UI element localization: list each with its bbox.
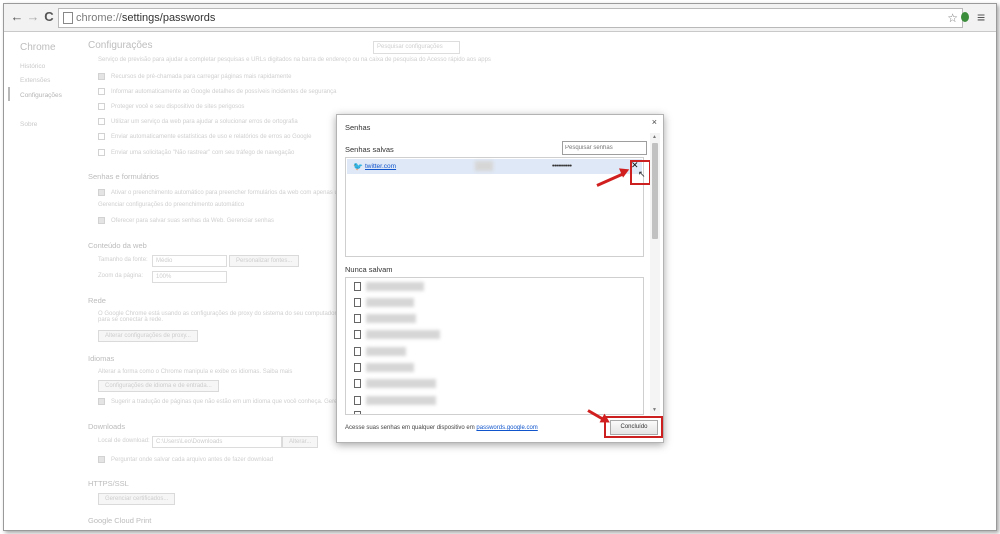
mouse-cursor-icon: ↖ <box>638 169 646 179</box>
page-icon <box>63 12 73 24</box>
manage-certificates-button[interactable]: Gerenciar certificados... <box>98 493 176 505</box>
settings-search-input[interactable]: Pesquisar configurações <box>373 41 460 54</box>
privacy-option[interactable]: Enviar automaticamente estatísticas de u… <box>98 133 311 140</box>
nav-item-about[interactable]: Sobre <box>20 121 37 128</box>
page-icon <box>354 330 361 339</box>
saved-password-row[interactable]: 🐦 twitter.com •••••••••• ✕ <box>347 159 642 174</box>
nav-item-settings[interactable]: Configurações <box>20 92 62 99</box>
never-saved-list <box>345 277 644 415</box>
language-settings-button[interactable]: Configurações de idioma e de entrada... <box>98 380 219 392</box>
page-icon <box>354 411 361 414</box>
saved-passwords-list: 🐦 twitter.com •••••••••• ✕ <box>345 157 644 257</box>
never-saved-row[interactable] <box>346 312 641 326</box>
never-saved-row[interactable] <box>346 345 641 359</box>
chrome-menu-button[interactable]: ≡ <box>977 9 985 25</box>
nav-active-marker <box>8 87 10 101</box>
never-saved-row[interactable] <box>346 296 641 310</box>
password-mask: •••••••••• <box>552 163 572 170</box>
page-icon <box>354 282 361 291</box>
dialog-title: Senhas <box>345 123 371 132</box>
proxy-settings-button[interactable]: Alterar configurações de proxy... <box>98 330 198 342</box>
autofill-settings-link[interactable]: Gerenciar configurações do preenchimento… <box>98 202 244 208</box>
never-saved-heading: Nunca salvam <box>345 265 393 274</box>
settings-brand: Chrome <box>20 42 56 53</box>
languages-heading: Idiomas <box>88 354 115 363</box>
zoom-label: Zoom da página: <box>98 273 144 279</box>
page-icon <box>354 379 361 388</box>
nav-item-extensions[interactable]: Extensões <box>20 77 50 84</box>
privacy-option[interactable]: Enviar uma solicitação "Não rastrear" co… <box>98 149 294 156</box>
never-saved-row[interactable] <box>346 361 641 375</box>
network-heading: Rede <box>88 296 106 305</box>
nav-item-history[interactable]: Histórico <box>20 63 45 70</box>
page-icon <box>354 298 361 307</box>
redacted-username <box>475 161 493 171</box>
forward-button[interactable]: → <box>26 9 40 25</box>
offer-save-passwords-option[interactable]: Oferecer para salvar suas senhas da Web.… <box>98 217 274 224</box>
privacy-option[interactable]: Utilizar um serviço da web para ajudar a… <box>98 118 298 125</box>
zoom-select[interactable]: 100% <box>152 271 227 283</box>
never-saved-row[interactable] <box>346 394 641 408</box>
twitter-bird-icon: 🐦 <box>353 162 363 171</box>
highlight-done-box <box>604 416 663 438</box>
ask-save-location-option[interactable]: Perguntar onde salvar cada arquivo antes… <box>98 456 273 463</box>
download-location-label: Local de download: <box>98 438 150 444</box>
network-description: O Google Chrome está usando as configura… <box>98 311 337 323</box>
dialog-footer: Acesse suas senhas em qualquer dispositi… <box>345 425 538 431</box>
extension-icon[interactable] <box>961 12 969 22</box>
url-text: chrome://settings/passwords <box>76 12 216 24</box>
cloud-print-heading: Google Cloud Print <box>88 516 152 525</box>
browser-toolbar: ← → C chrome://settings/passwords ☆ ≡ <box>4 4 996 32</box>
page-icon <box>354 363 361 372</box>
font-size-select[interactable]: Médio <box>152 255 227 267</box>
scroll-down-arrow-icon[interactable]: ▼ <box>652 407 657 413</box>
passwords-forms-heading: Senhas e formulários <box>88 172 159 181</box>
reload-button[interactable]: C <box>42 9 56 25</box>
privacy-option[interactable]: Proteger você e seu dispositivo de sites… <box>98 103 244 110</box>
back-button[interactable]: ← <box>10 9 24 25</box>
autofill-option[interactable]: Ativar o preenchimento automático para p… <box>98 189 362 196</box>
dialog-scrollbar[interactable]: ▲ ▼ <box>650 133 660 415</box>
scrollbar-thumb[interactable] <box>652 143 658 239</box>
https-heading: HTTPS/SSL <box>88 479 129 488</box>
passwords-dialog: Senhas × Senhas salvas 🐦 twitter.com •••… <box>336 114 664 443</box>
privacy-option[interactable]: Serviço de previsão para ajudar a comple… <box>98 57 491 63</box>
page-icon <box>354 396 361 405</box>
languages-description: Alterar a forma como o Chrome manipula e… <box>98 369 293 375</box>
download-location-field[interactable]: C:\Users\Leo\Downloads <box>152 436 282 448</box>
downloads-heading: Downloads <box>88 422 126 431</box>
page-icon <box>354 314 361 323</box>
privacy-option[interactable]: Informar automaticamente ao Google detal… <box>98 88 336 95</box>
settings-title: Configurações <box>88 40 153 51</box>
privacy-option[interactable]: Recursos de pré-chamada para carregar pá… <box>98 73 291 80</box>
web-content-heading: Conteúdo da web <box>88 241 147 250</box>
scroll-up-arrow-icon[interactable]: ▲ <box>652 134 657 140</box>
never-saved-row[interactable] <box>346 377 641 391</box>
search-passwords-input[interactable] <box>562 141 647 155</box>
saved-site-link[interactable]: twitter.com <box>365 163 396 170</box>
never-saved-row[interactable] <box>346 328 641 342</box>
font-size-label: Tamanho da fonte: <box>98 257 148 263</box>
change-download-location-button[interactable]: Alterar... <box>282 436 319 448</box>
address-bar[interactable]: chrome://settings/passwords ☆ <box>58 8 963 28</box>
saved-passwords-heading: Senhas salvas <box>345 145 394 154</box>
page-icon <box>354 347 361 356</box>
dialog-close-icon[interactable]: × <box>652 117 657 127</box>
translate-option[interactable]: Sugerir a tradução de páginas que não es… <box>98 398 373 405</box>
bookmark-star-icon[interactable]: ☆ <box>947 9 958 27</box>
passwords-google-link[interactable]: passwords.google.com <box>476 425 537 431</box>
customize-fonts-button[interactable]: Personalizar fontes... <box>229 255 300 267</box>
never-saved-row[interactable] <box>346 280 641 294</box>
